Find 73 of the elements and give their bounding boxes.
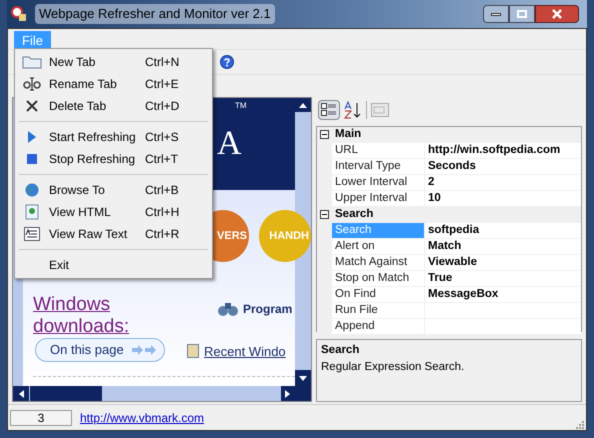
app-icon (11, 6, 27, 22)
logo-letter: A (217, 124, 242, 164)
description-text: Regular Expression Search. (321, 360, 466, 376)
menu-entry[interactable]: New Tab Ctrl+N (15, 51, 212, 73)
globe-icon (25, 183, 39, 197)
property-value[interactable]: 2 (425, 175, 581, 191)
downloads-heading[interactable]: Windows downloads: (33, 294, 143, 338)
property-value[interactable]: Seconds (425, 159, 581, 175)
menu-entry[interactable]: Delete Tab Ctrl+D (15, 95, 212, 117)
close-icon (25, 99, 39, 113)
minimize-button[interactable] (483, 5, 509, 23)
category-list-icon (321, 103, 337, 117)
category-row[interactable]: Search (317, 207, 581, 223)
scroll-up-button[interactable] (295, 98, 311, 112)
property-value[interactable]: 10 (425, 191, 581, 207)
property-name[interactable]: Upper Interval (332, 191, 425, 207)
left-arrow-icon (18, 390, 24, 398)
resize-grip-icon (574, 419, 584, 429)
close-button[interactable] (535, 5, 579, 23)
property-name[interactable]: Interval Type (332, 159, 425, 175)
stop-icon (27, 154, 37, 164)
scroll-down-button[interactable] (295, 370, 311, 386)
scroll-left-button[interactable] (13, 386, 29, 401)
category-row[interactable]: Main (317, 127, 581, 143)
scroll-right-button[interactable] (281, 386, 311, 401)
scroll-thumb[interactable] (30, 386, 102, 401)
down-arrow-icon (299, 376, 307, 380)
categorized-button[interactable] (318, 100, 340, 120)
window-title: Webpage Refresher and Monitor ver 2.1 (35, 4, 275, 24)
category-name: Search (335, 206, 374, 222)
text-document-icon (24, 227, 40, 241)
menu-entry[interactable]: Stop Refreshing Ctrl+T (15, 148, 212, 170)
document-icon (25, 204, 39, 220)
maximize-button[interactable] (509, 5, 535, 23)
up-arrow-icon (299, 102, 307, 108)
property-name[interactable]: Stop on Match (332, 271, 425, 287)
collapse-icon[interactable] (320, 130, 329, 139)
description-title: Search (321, 343, 360, 358)
property-value[interactable]: http://win.softpedia.com (425, 143, 581, 159)
on-this-page-button[interactable]: On this page (35, 338, 165, 362)
property-value[interactable]: MessageBox (425, 287, 581, 303)
property-name[interactable]: Run File (332, 303, 425, 319)
property-name[interactable]: Match Against (332, 255, 425, 271)
property-value[interactable]: Viewable (425, 255, 581, 271)
property-name[interactable]: Alert on (332, 239, 425, 255)
category-name: Main (335, 126, 362, 142)
link[interactable]: Program (243, 300, 292, 318)
menu-entry[interactable]: Start Refreshing Ctrl+S (15, 126, 212, 148)
link[interactable]: Recent Windo (204, 342, 286, 362)
right-arrow-icon (285, 390, 290, 398)
menu-entry[interactable]: Browse To Ctrl+B (15, 179, 212, 201)
binoculars-icon (217, 300, 239, 318)
arrows-icon (132, 345, 158, 355)
close-icon (552, 9, 562, 19)
page-icon (187, 344, 199, 358)
help-icon[interactable] (220, 55, 234, 69)
collapse-icon[interactable] (320, 210, 329, 219)
play-icon (27, 131, 37, 143)
folder-icon (22, 55, 42, 69)
property-value[interactable]: True (425, 271, 581, 287)
sort-alphabetical-icon[interactable] (344, 101, 362, 119)
property-name[interactable]: URL (332, 143, 425, 159)
horizontal-scrollbar[interactable] (13, 386, 311, 401)
menu-entry[interactable]: Rename Tab Ctrl+E (15, 73, 212, 95)
property-name[interactable]: Lower Interval (332, 175, 425, 191)
property-value[interactable]: Match (425, 239, 581, 255)
text-cursor-icon (23, 77, 41, 91)
property-value[interactable]: softpedia (425, 223, 581, 239)
status-count: 3 (10, 410, 72, 426)
property-name[interactable]: Append (332, 319, 425, 335)
website-link[interactable]: http://www.vbmark.com (80, 408, 204, 426)
property-name[interactable]: On Find (332, 287, 425, 303)
trademark: TM (235, 100, 247, 112)
